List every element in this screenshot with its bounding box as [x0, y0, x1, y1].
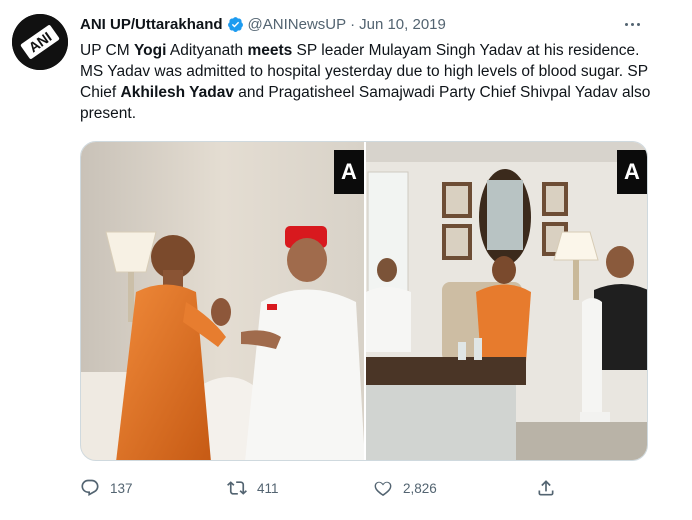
action-bar: 137 411 2,826 [80, 474, 640, 502]
text-segment-bold: meets [247, 42, 293, 59]
ani-logo-icon: ANI [12, 14, 68, 70]
tweet-header: ANI UP/Uttarakhand @ANINewsUP · Jun 10, … [80, 14, 446, 34]
photo-left[interactable]: A [81, 142, 364, 460]
reply-count: 137 [110, 480, 133, 496]
retweet-count: 411 [257, 480, 279, 496]
retweet-icon [227, 481, 247, 495]
ani-watermark: A [617, 150, 647, 194]
more-icon[interactable] [620, 12, 644, 36]
text-segment-bold: Yogi [133, 42, 167, 59]
like-count: 2,826 [403, 480, 437, 496]
media-grid: A A [80, 141, 648, 461]
ani-watermark: A [334, 150, 364, 194]
tweet[interactable]: ANI ANI UP/Uttarakhand @ANINewsUP · Jun … [0, 0, 692, 520]
share-icon [538, 480, 554, 496]
author-handle[interactable]: @ANINewsUP [248, 16, 347, 33]
reply-button[interactable]: 137 [80, 478, 133, 498]
share-button[interactable] [536, 478, 566, 498]
text-segment: UP CM [80, 42, 134, 59]
tweet-date[interactable]: Jun 10, 2019 [359, 16, 446, 33]
like-button[interactable]: 2,826 [373, 478, 437, 498]
separator-dot: · [350, 15, 356, 33]
author-name[interactable]: ANI UP/Uttarakhand [80, 16, 223, 33]
reply-icon [81, 479, 99, 496]
verified-badge-icon [227, 16, 244, 33]
tweet-text: UP CM Yogi Adityanath meets SP leader Mu… [80, 40, 660, 124]
retweet-button[interactable]: 411 [227, 478, 279, 498]
avatar[interactable]: ANI [12, 14, 68, 70]
like-icon [374, 481, 392, 496]
photo-right[interactable]: A [366, 142, 647, 460]
text-segment: Adityanath [166, 42, 248, 59]
text-segment-bold: Akhilesh Yadav [120, 84, 234, 101]
